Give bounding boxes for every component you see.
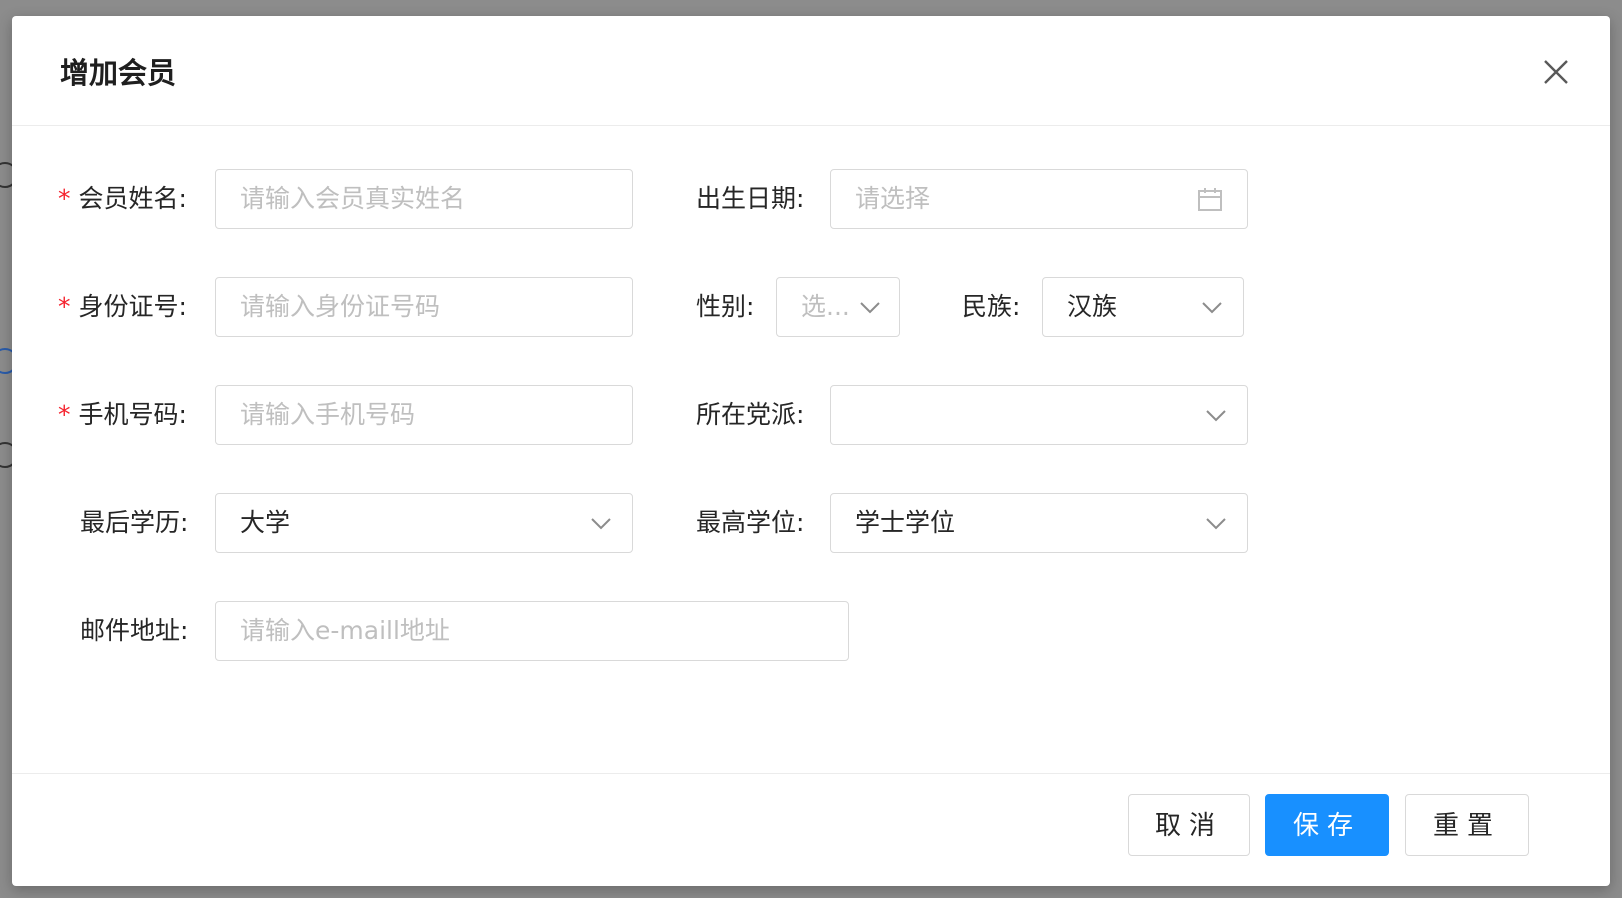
education-label: 最后学历:: [80, 508, 189, 537]
required-mark: *: [58, 184, 71, 213]
required-mark: *: [58, 292, 71, 321]
modal-footer: 取消 保存 重置: [12, 773, 1610, 886]
reset-button[interactable]: 重置: [1405, 794, 1529, 856]
id-number-input[interactable]: 请输入身份证号码: [215, 277, 633, 337]
phone-label: * 手机号码:: [58, 400, 187, 429]
party-label: 所在党派:: [696, 400, 805, 429]
email-label: 邮件地址:: [80, 616, 189, 645]
gender-select[interactable]: 选...: [776, 277, 900, 337]
chevron-down-icon: [591, 518, 611, 530]
birth-date-picker[interactable]: 请选择: [830, 169, 1248, 229]
degree-select[interactable]: 学士学位: [830, 493, 1248, 553]
save-button[interactable]: 保存: [1265, 794, 1389, 856]
modal-title: 增加会员: [60, 56, 177, 90]
gender-label: 性别:: [696, 292, 755, 321]
chevron-down-icon: [1206, 410, 1226, 422]
add-member-modal: 增加会员 * 会员姓名: 请输入会员真实姓名 出生日期: 请选择 * 身份证号:…: [12, 16, 1610, 886]
calendar-icon: [1198, 188, 1222, 211]
birth-date-label: 出生日期:: [696, 184, 805, 213]
phone-input[interactable]: 请输入手机号码: [215, 385, 633, 445]
chevron-down-icon: [1202, 302, 1222, 314]
close-icon: [1544, 60, 1568, 84]
chevron-down-icon: [1206, 518, 1226, 530]
cancel-button[interactable]: 取消: [1128, 794, 1250, 856]
education-select[interactable]: 大学: [215, 493, 633, 553]
ethnicity-label: 民族:: [962, 292, 1021, 321]
email-input[interactable]: 请输入e-maill地址: [215, 601, 849, 661]
party-select[interactable]: [830, 385, 1248, 445]
id-number-label: * 身份证号:: [58, 292, 187, 321]
required-mark: *: [58, 400, 71, 429]
name-label: * 会员姓名:: [58, 184, 187, 213]
member-form: * 会员姓名: 请输入会员真实姓名 出生日期: 请选择 * 身份证号: 请输入身份证…: [12, 126, 1610, 798]
degree-label: 最高学位:: [696, 508, 805, 537]
modal-header: 增加会员: [12, 16, 1610, 126]
name-input[interactable]: 请输入会员真实姓名: [215, 169, 633, 229]
chevron-down-icon: [860, 302, 880, 314]
ethnicity-select[interactable]: 汉族: [1042, 277, 1244, 337]
close-button[interactable]: [1540, 56, 1572, 88]
